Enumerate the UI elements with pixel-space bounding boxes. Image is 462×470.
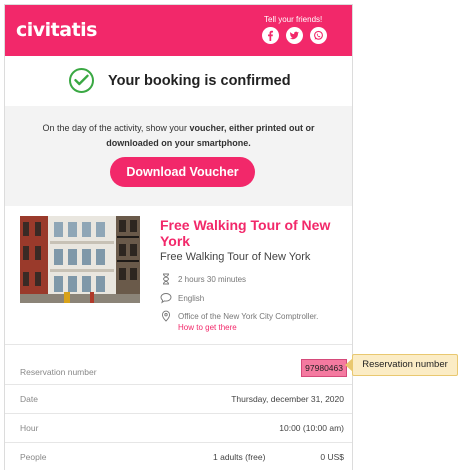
how-to-get-there-link[interactable]: How to get there	[178, 323, 237, 332]
date-row: Date Thursday, december 31, 2020	[5, 384, 352, 413]
facebook-icon[interactable]	[262, 27, 279, 44]
tour-summary: Free Walking Tour of New York Free Walki…	[5, 206, 352, 344]
people-label: People	[20, 452, 47, 462]
meeting-point-text: Office of the New York City Comptroller.	[178, 312, 319, 321]
people-price: 0 US$	[320, 452, 344, 462]
whatsapp-icon[interactable]	[310, 27, 327, 44]
people-quantity: 1 adults (free)	[213, 452, 266, 462]
language-text: English	[178, 294, 205, 303]
tour-subtitle: Free Walking Tour of New York	[160, 251, 311, 263]
reservation-number-highlight: 97980463	[301, 359, 347, 377]
hour-label: Hour	[20, 423, 39, 433]
tour-photo[interactable]	[20, 216, 140, 303]
date-value: Thursday, december 31, 2020	[231, 394, 344, 404]
instruction-text-prefix: On the day of the activity, show your	[42, 123, 190, 133]
voucher-instructions: On the day of the activity, show your vo…	[5, 106, 352, 206]
hour-value: 10:00 (10:00 am)	[279, 423, 344, 433]
confirmation-banner: Your booking is confirmed	[5, 56, 352, 106]
date-label: Date	[20, 394, 38, 404]
reservation-label: Reservation number	[20, 367, 97, 377]
reservation-number-callout: Reservation number	[352, 354, 458, 376]
check-circle-icon	[69, 68, 94, 93]
email-header: civitatis Tell your friends!	[5, 5, 352, 56]
twitter-icon[interactable]	[286, 27, 303, 44]
civitatis-logo[interactable]: civitatis	[16, 19, 97, 41]
duration-text: 2 hours 30 minutes	[178, 275, 247, 284]
download-voucher-button[interactable]: Download Voucher	[110, 157, 255, 187]
instruction-text: On the day of the activity, show your vo…	[19, 121, 338, 151]
share-text: Tell your friends!	[264, 15, 323, 24]
tour-title-link[interactable]: Free Walking Tour of New York	[160, 217, 345, 249]
booking-confirmation-email: civitatis Tell your friends! Your bookin…	[4, 4, 353, 470]
location-pin-icon	[160, 310, 172, 322]
hour-row: Hour 10:00 (10:00 am)	[5, 413, 352, 442]
speech-bubble-icon	[160, 292, 172, 304]
reservation-row: Reservation number	[5, 344, 352, 377]
people-row: People 1 adults (free) 0 US$	[5, 442, 352, 470]
hourglass-icon	[160, 273, 172, 285]
confirmation-title: Your booking is confirmed	[108, 73, 291, 89]
